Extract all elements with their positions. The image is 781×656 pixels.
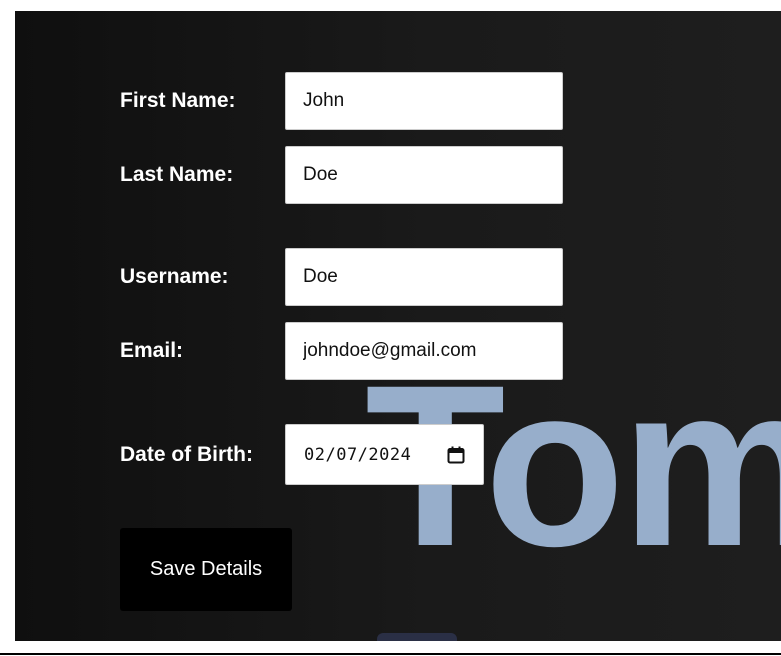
email-label: Email: — [120, 339, 184, 362]
bottom-divider — [0, 653, 781, 655]
calendar-icon[interactable] — [447, 446, 465, 464]
dob-row: Date of Birth: 02/07/2024 — [120, 424, 484, 485]
email-input[interactable] — [285, 322, 563, 380]
last-name-row: Last Name: — [120, 146, 563, 204]
username-row: Username: — [120, 248, 563, 306]
dob-date-input[interactable]: 02/07/2024 — [285, 424, 484, 485]
save-details-button[interactable]: Save Details — [120, 528, 292, 611]
first-name-row: First Name: — [120, 72, 563, 130]
dob-label: Date of Birth: — [120, 442, 253, 466]
background-image-fragment — [377, 633, 457, 641]
username-label: Username: — [120, 265, 229, 288]
username-input[interactable] — [285, 248, 563, 306]
last-name-label: Last Name: — [120, 163, 234, 186]
profile-panel: Tom First Name: Last Name: Username: Ema… — [15, 11, 781, 641]
first-name-input[interactable] — [285, 72, 563, 130]
last-name-input[interactable] — [285, 146, 563, 204]
dob-value: 02/07/2024 — [304, 444, 412, 465]
first-name-label: First Name: — [120, 89, 236, 112]
email-row: Email: — [120, 322, 563, 380]
